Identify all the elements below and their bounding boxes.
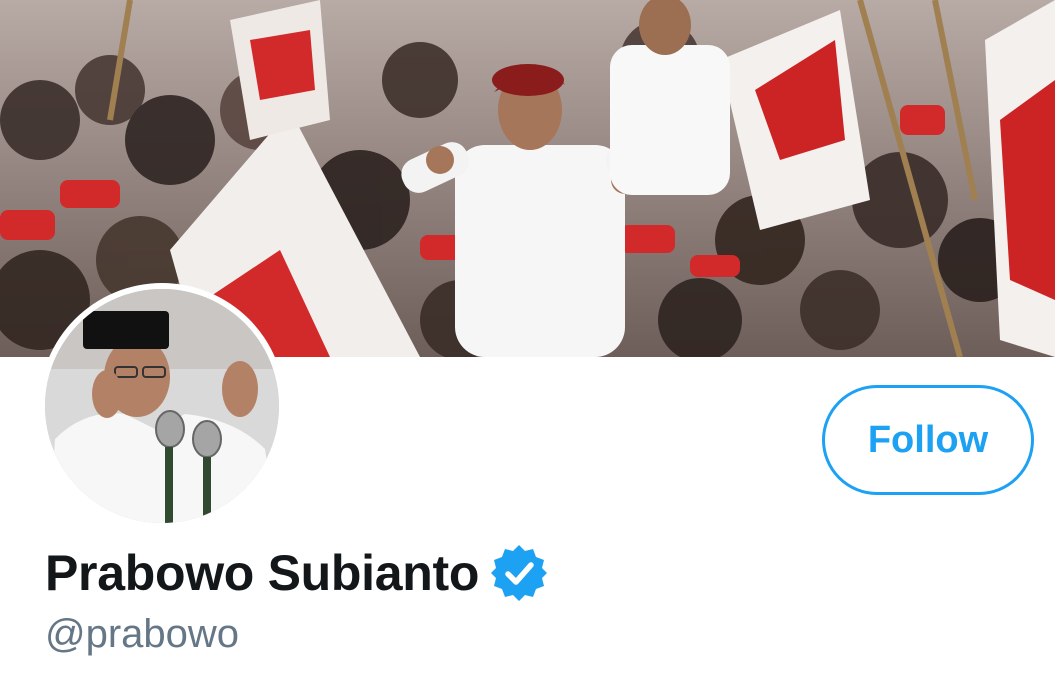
profile-header: Follow Prabowo Subianto @prabowo <box>0 0 1055 677</box>
name-row: Prabowo Subianto <box>45 540 549 606</box>
user-handle: @prabowo <box>45 612 240 656</box>
display-name: Prabowo Subianto <box>45 545 480 601</box>
avatar[interactable] <box>39 283 285 529</box>
follow-button[interactable]: Follow <box>822 385 1034 495</box>
avatar-illustration <box>45 289 279 523</box>
verified-badge-icon <box>491 545 548 601</box>
avatar-photo <box>45 289 279 523</box>
